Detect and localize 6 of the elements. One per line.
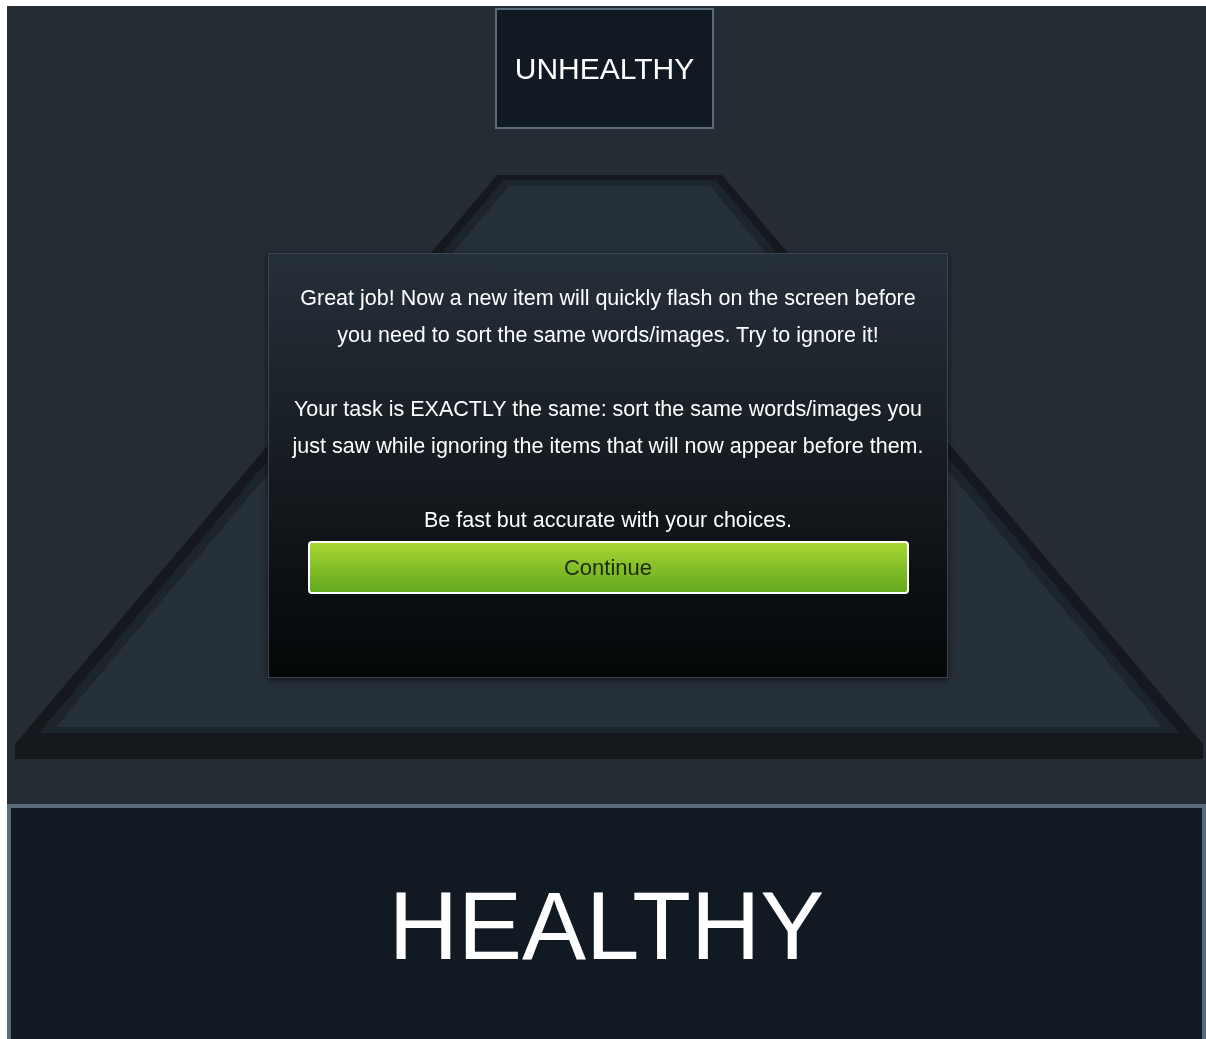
instruction-text: Great job! Now a new item will quickly flash on the screen before you need to sort the same words/images. Try to ignore it! [299, 285, 917, 349]
instruction-text: Be fast but accurate with your choices. [423, 507, 793, 534]
category-label: UNHEALTHY [495, 8, 714, 129]
stimulus-word: HEALTHY [388, 878, 825, 974]
instruction-text: Your task is EXACTLY the same: sort the same words/images you just saw while ignoring the items that will now appear before them. [291, 396, 925, 460]
continue-button[interactable]: Continue [307, 541, 909, 594]
